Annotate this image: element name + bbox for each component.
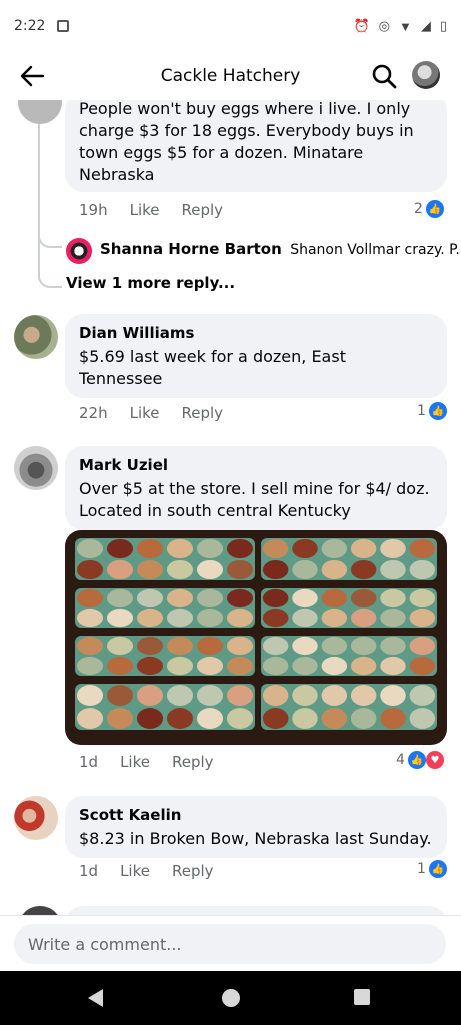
notification-icon <box>57 20 70 32</box>
comment-actions: 19h Like Reply <box>79 201 223 219</box>
reply-text: Shanon Vollmar crazy. P... <box>290 242 461 258</box>
reply-preview[interactable]: Shanna Horne Barton Shanon Vollmar crazy… <box>100 240 461 258</box>
reaction-summary[interactable]: 4 👍 ♥ <box>396 751 444 769</box>
reply-button[interactable]: Reply <box>172 862 214 880</box>
reaction-summary[interactable]: 1 👍 <box>417 860 447 878</box>
comment-time[interactable]: 19h <box>79 201 108 219</box>
view-more-replies-link[interactable]: View 1 more reply... <box>66 274 235 292</box>
comment-bubble: Dian Williams $5.69 last week for a doze… <box>65 314 447 398</box>
comment-time[interactable]: 22h <box>79 404 108 422</box>
love-reaction-icon: ♥ <box>425 751 444 769</box>
status-icons: ⏰ ◎ ▼ ◢ ▯ <box>353 18 447 34</box>
avatar[interactable] <box>18 100 62 124</box>
avatar[interactable] <box>14 796 58 840</box>
comment-actions: 1d Like Reply <box>79 862 214 880</box>
comment-composer: Write a comment... <box>0 915 461 971</box>
avatar[interactable] <box>18 906 62 915</box>
avatar[interactable] <box>14 315 58 359</box>
comments-feed[interactable]: People won't buy eggs where i live. I on… <box>0 100 461 915</box>
reaction-count: 1 <box>417 861 426 877</box>
alarm-icon: ⏰ <box>353 18 370 33</box>
like-reaction-icon: 👍 <box>428 860 447 878</box>
comment-text: People won't buy eggs where i live. I on… <box>79 100 414 184</box>
thread-connector <box>38 250 62 288</box>
reaction-count: 1 <box>417 403 426 419</box>
comment-bubble: Scott Kaelin $8.23 in Broken Bow, Nebras… <box>65 796 447 858</box>
like-reaction-icon: 👍 <box>428 402 447 420</box>
reply-button[interactable]: Reply <box>182 201 224 219</box>
avatar[interactable] <box>14 446 58 490</box>
search-icon[interactable] <box>370 62 398 90</box>
wifi-icon: ▼ <box>398 18 412 34</box>
like-button[interactable]: Like <box>130 201 160 219</box>
reply-button[interactable]: Reply <box>172 753 214 771</box>
comment-time[interactable]: 1d <box>79 753 98 771</box>
comment-bubble: People won't buy eggs where i live. I on… <box>65 100 447 192</box>
app-header: Cackle Hatchery <box>0 52 461 100</box>
reply-button[interactable]: Reply <box>182 404 224 422</box>
like-reaction-icon: 👍 <box>425 200 444 218</box>
comment-bubble: Mark Uziel Over $5 at the store. I sell … <box>65 446 447 530</box>
nav-back-icon[interactable] <box>88 989 103 1007</box>
system-nav-bar <box>0 971 461 1025</box>
status-time: 2:22 <box>14 18 46 34</box>
reaction-summary[interactable]: 1 👍 <box>417 402 447 420</box>
comment-author[interactable]: Dian Williams <box>79 322 433 344</box>
comment-text: Over $5 at the store. I sell mine for $4… <box>79 479 430 520</box>
reply-author[interactable]: Shanna Horne Barton <box>100 240 282 258</box>
comment-input[interactable]: Write a comment... <box>14 924 446 964</box>
thread-connector <box>38 220 62 248</box>
nav-home-icon[interactable] <box>222 989 240 1007</box>
battery-icon: ▯ <box>439 18 447 33</box>
egg-cartons-image <box>75 538 437 730</box>
reaction-summary[interactable]: 2 👍 <box>414 200 444 218</box>
nav-recents-icon[interactable] <box>354 989 370 1005</box>
reaction-count: 4 <box>396 752 405 768</box>
like-reaction-icon: 👍 <box>407 751 426 769</box>
like-button[interactable]: Like <box>120 862 150 880</box>
comment-time[interactable]: 1d <box>79 862 98 880</box>
comment-text: $5.69 last week for a dozen, East Tennes… <box>79 347 346 388</box>
profile-avatar[interactable] <box>412 61 440 89</box>
comment-actions: 1d Like Reply <box>79 753 214 771</box>
comment-author[interactable]: Mark Uziel <box>79 454 433 476</box>
status-bar: 2:22 ⏰ ◎ ▼ ◢ ▯ <box>0 0 461 52</box>
comment-text: $8.23 in Broken Bow, Nebraska last Sunda… <box>79 829 432 848</box>
signal-icon: ◢ <box>420 18 431 33</box>
data-saver-icon: ◎ <box>378 18 390 33</box>
like-button[interactable]: Like <box>130 404 160 422</box>
comment-actions: 22h Like Reply <box>79 404 223 422</box>
avatar[interactable] <box>66 238 92 264</box>
comment-bubble <box>65 906 447 915</box>
egg-cartons-photo[interactable] <box>65 530 447 745</box>
reaction-count: 2 <box>414 201 423 217</box>
like-button[interactable]: Like <box>120 753 150 771</box>
comment-author[interactable]: Scott Kaelin <box>79 804 433 826</box>
